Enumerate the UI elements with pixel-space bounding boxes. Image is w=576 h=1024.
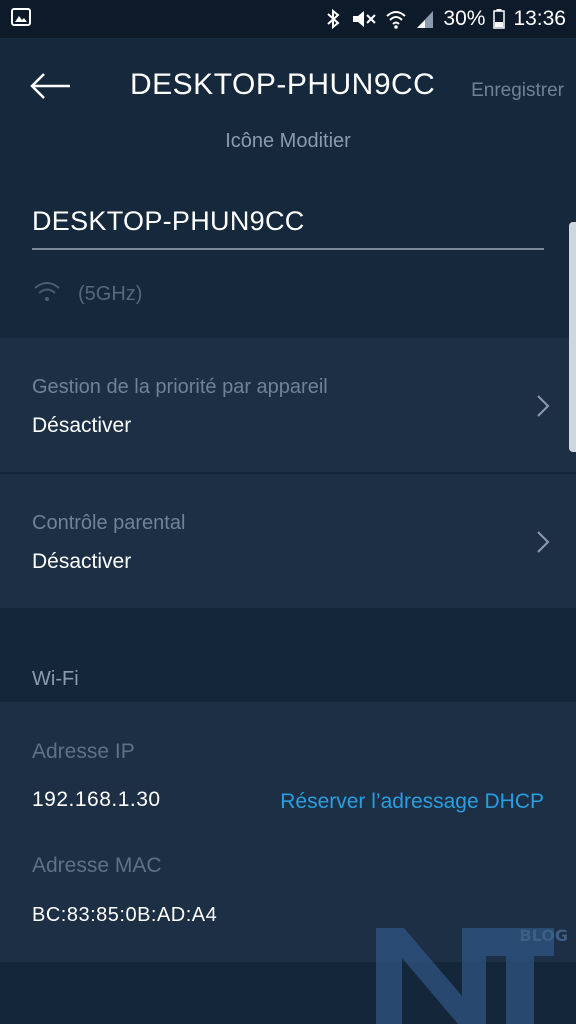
mute-icon xyxy=(349,8,377,30)
band-info: (5GHz) xyxy=(32,278,142,310)
image-icon xyxy=(10,6,32,33)
back-arrow-icon xyxy=(28,72,72,105)
ip-address-value: 192.168.1.30 xyxy=(32,788,161,811)
wifi-section-title: Wi-Fi xyxy=(32,668,79,690)
scrollbar-handle[interactable] xyxy=(569,222,576,452)
band-label: (5GHz) xyxy=(78,282,143,305)
priority-label: Gestion de la priorité par appareil xyxy=(32,376,328,398)
reserve-dhcp-link[interactable]: Réserver l’adressage DHCP xyxy=(280,790,544,814)
signal-icon xyxy=(415,8,435,30)
mac-address-label: Adresse MAC xyxy=(32,854,162,877)
wifi-signal-icon xyxy=(32,278,62,310)
clock: 13:36 xyxy=(513,7,566,30)
nt-blog-watermark-logo: BLOG xyxy=(374,916,574,1024)
battery-icon xyxy=(493,8,506,30)
back-button[interactable] xyxy=(24,68,76,108)
save-button[interactable]: Enregistrer xyxy=(471,80,564,102)
parental-control-row[interactable]: Contrôle parental Désactiver xyxy=(0,474,576,608)
bluetooth-icon xyxy=(325,8,341,30)
wifi-icon xyxy=(385,8,407,30)
wifi-section-header: Wi-Fi xyxy=(0,608,576,702)
watermark-text: BLOG xyxy=(519,926,568,945)
mac-address-value: BC:83:85:0B:AD:A4 xyxy=(32,904,218,926)
status-bar: 30% 13:36 xyxy=(0,0,576,38)
priority-setting-row[interactable]: Gestion de la priorité par appareil Désa… xyxy=(0,338,576,472)
parental-label: Contrôle parental xyxy=(32,512,186,534)
parental-value: Désactiver xyxy=(32,550,132,573)
priority-value: Désactiver xyxy=(32,414,132,437)
edit-icon-button[interactable]: Icône Moditier xyxy=(0,130,576,153)
chevron-right-icon xyxy=(536,530,550,559)
battery-percent: 30% xyxy=(443,7,486,30)
ip-address-label: Adresse IP xyxy=(32,740,135,763)
chevron-right-icon xyxy=(536,394,550,423)
page-title: DESKTOP-PHUN9CC xyxy=(130,68,436,101)
header: DESKTOP-PHUN9CC Enregistrer Icône Moditi… xyxy=(0,38,576,338)
device-name-field[interactable]: DESKTOP-PHUN9CC xyxy=(32,206,544,250)
